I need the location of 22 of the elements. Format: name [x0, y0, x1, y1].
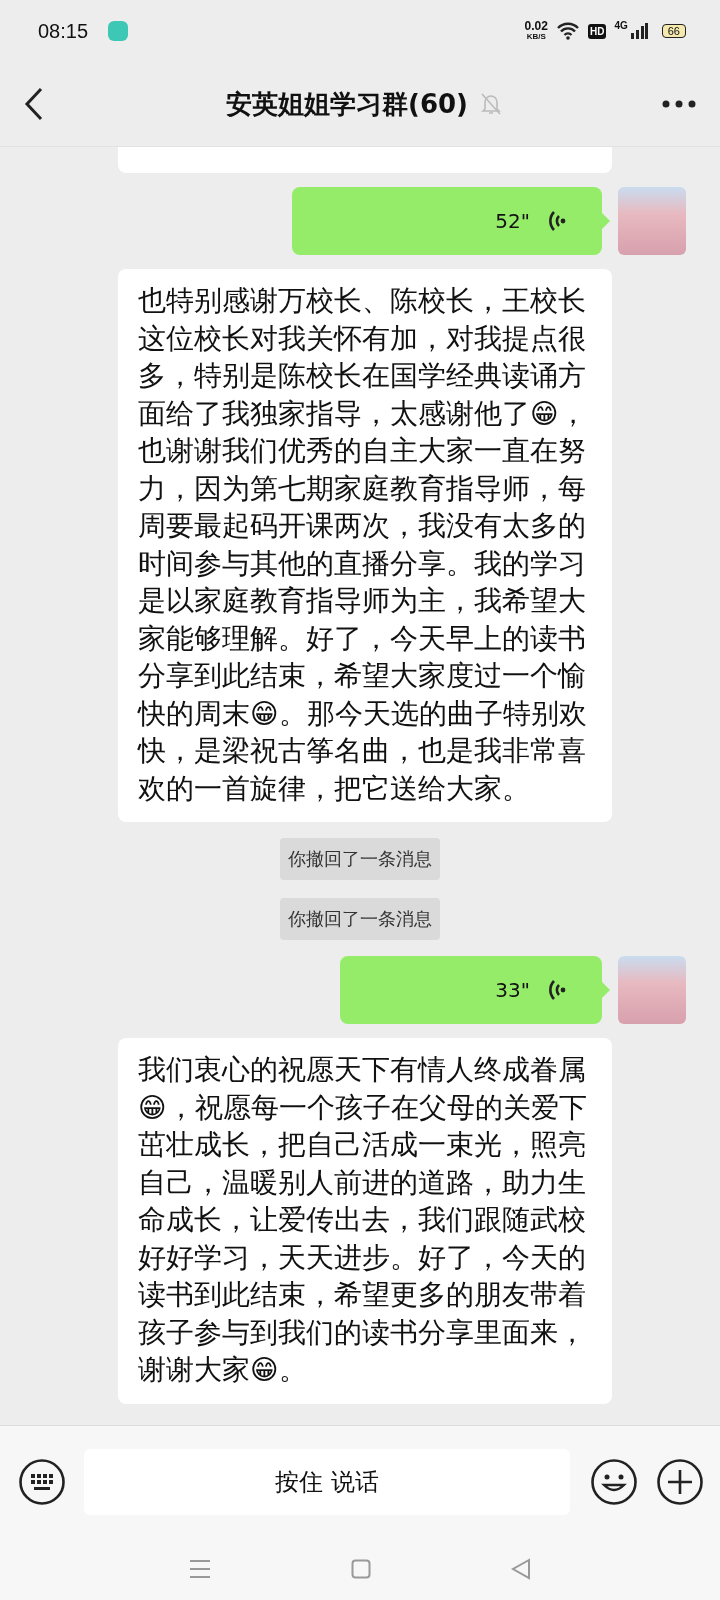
back-icon[interactable]	[24, 87, 44, 121]
home-icon[interactable]	[351, 1559, 371, 1579]
chat-title: 安英姐姐学习群(60)	[226, 87, 468, 121]
emoji-icon[interactable]	[590, 1458, 638, 1506]
message-text: 我们衷心的祝愿天下有情人终成眷属😁，祝愿每一个孩子在父母的关爱下茁壮成长，把自己活成一束光，照亮自己，温暖别人前进的道路，助力生命成长，让爱传出去，我们跟随武校好好学习，天天进步。好了，今天的读书到此结束，希望更多的朋友带着孩子参与到我们的读书分享里面来，谢谢大家😁。	[118, 1038, 612, 1404]
wifi-icon	[555, 22, 580, 40]
menu-icon[interactable]	[189, 1559, 211, 1579]
plus-icon[interactable]	[656, 1458, 704, 1506]
recall-notice: 你撤回了一条消息	[280, 898, 440, 940]
message-text: 也特别感谢万校长、陈校长，王校长这位校长对我关怀有加，对我提点很多，特别是陈校长在国学经典读诵方面给了我独家指导，太感谢他了😁，也谢谢我们优秀的自主大家一直在努力，因为第七期家庭教育指导师，每周要最起码开课两次，我没有太多的时间参与其他的直播分享。我的学习是以家庭教育指导师为主，我希望大家能够理解。好了，今天早上的读书分享到此结束，希望大家度过一个愉快的周末😁。那今天选的曲子特别欢快，是梁祝古筝名曲，也是我非常喜欢的一首旋律，把它送给大家。	[118, 269, 612, 822]
notification-icon	[108, 21, 129, 41]
status-time: 08:15	[38, 19, 89, 43]
network-speed: 0.02 KB/S	[524, 21, 548, 41]
keyboard-icon[interactable]	[18, 1458, 66, 1506]
hold-to-talk-button[interactable]: 按住 说话	[84, 1449, 570, 1515]
signal-icon	[629, 22, 648, 40]
network-type: 4G	[614, 20, 628, 31]
more-icon[interactable]	[662, 100, 696, 108]
back-nav-icon[interactable]	[511, 1558, 531, 1580]
recall-notice: 你撤回了一条消息	[280, 838, 440, 880]
battery-indicator: 66	[661, 24, 686, 38]
hd-badge: HD	[587, 23, 607, 39]
